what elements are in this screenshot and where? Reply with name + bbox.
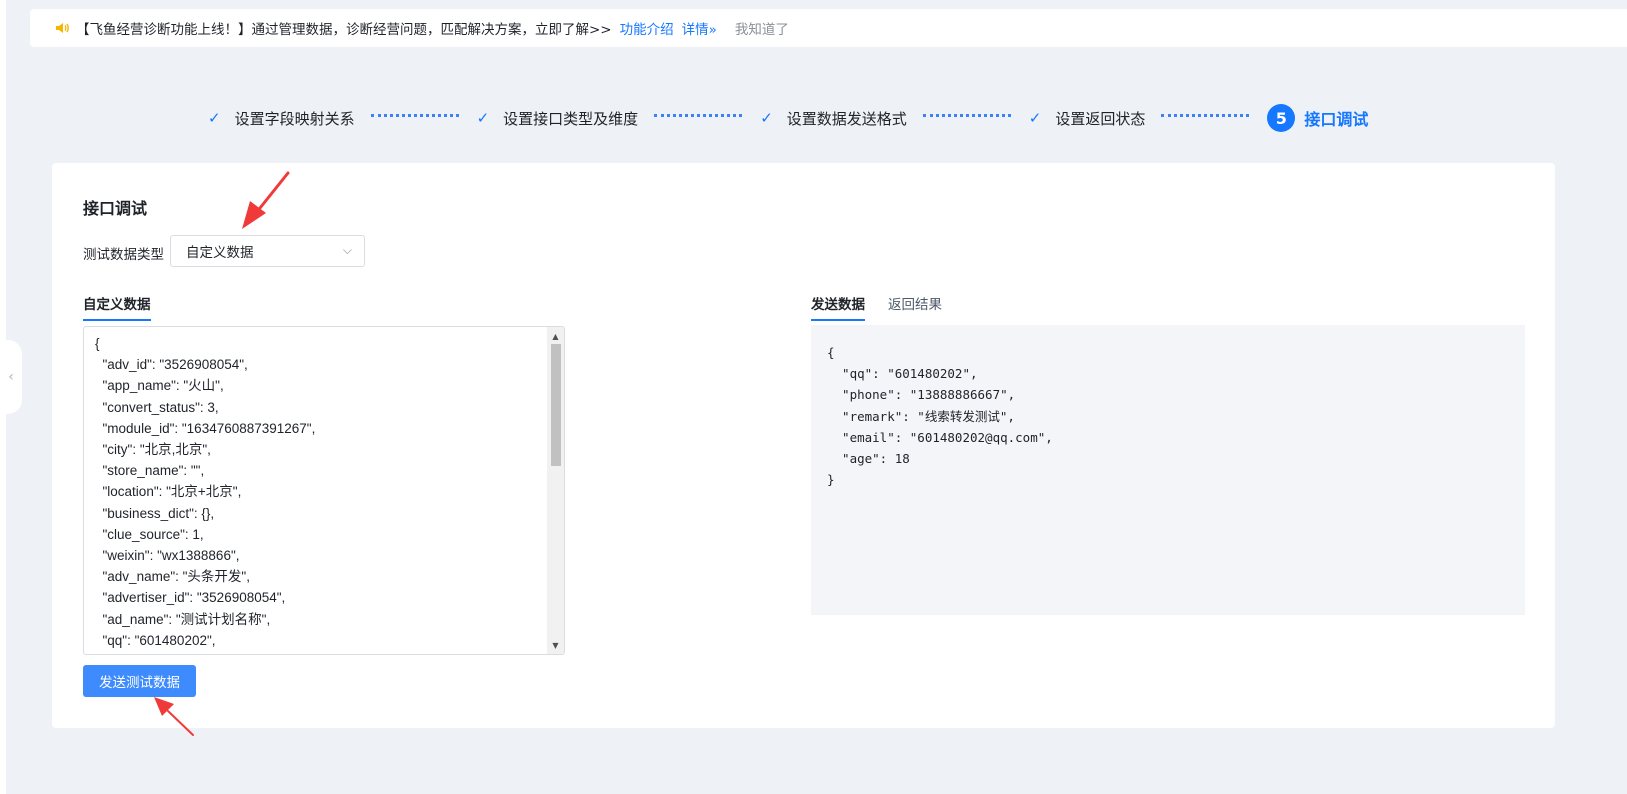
- test-type-select[interactable]: 自定义数据 ⌵: [170, 235, 365, 267]
- test-type-value: 自定义数据: [186, 245, 254, 261]
- chevron-left-icon: ‹: [8, 369, 14, 385]
- detail-link[interactable]: 详情»: [682, 18, 717, 38]
- check-icon: ✓: [208, 109, 221, 127]
- check-icon: ✓: [760, 109, 773, 127]
- send-test-data-button[interactable]: 发送测试数据: [83, 665, 196, 697]
- send-data-preview: { "qq": "601480202", "phone": "138888866…: [811, 325, 1525, 615]
- page: ‹ 【飞鱼经营诊断功能上线！】通过管理数据，诊断经营问题，匹配解决方案，立即了解…: [0, 0, 1627, 794]
- tab-custom-data[interactable]: 自定义数据: [83, 293, 151, 321]
- result-tabs: 发送数据 返回结果: [811, 293, 965, 321]
- step-connector: [922, 113, 1011, 117]
- page-title: 接口调试: [83, 199, 148, 218]
- step-connector: [654, 113, 743, 117]
- scroll-down-icon[interactable]: ▼: [547, 638, 564, 652]
- check-icon: ✓: [476, 109, 490, 127]
- debug-card: 接口调试 测试数据类型 自定义数据 ⌵ 自定义数据 { "adv_id": "3…: [52, 163, 1555, 728]
- step-4[interactable]: ✓ 设置返回状态: [1029, 108, 1146, 129]
- send-data-content: { "qq": "601480202", "phone": "138888866…: [827, 345, 1053, 488]
- steps-progress: ✓ 设置字段映射关系 ✓ 设置接口类型及维度 ✓ 设置数据发送格式 ✓ 设置返回…: [208, 100, 1368, 136]
- check-icon: ✓: [1028, 109, 1042, 127]
- tab-send-data[interactable]: 发送数据: [811, 293, 865, 321]
- scroll-up-icon[interactable]: ▲: [547, 329, 564, 343]
- dismiss-link[interactable]: 我知道了: [735, 18, 789, 38]
- sidebar-collapse-toggle[interactable]: ‹: [0, 340, 22, 414]
- step-label: 接口调试: [1304, 110, 1369, 129]
- step-connector: [1161, 113, 1250, 117]
- chevron-down-icon: ⌵: [342, 243, 352, 257]
- step-connector: [370, 113, 459, 117]
- step-1[interactable]: ✓ 设置字段映射关系: [208, 108, 355, 129]
- editor-content[interactable]: { "adv_id": "3526908054", "app_name": "火…: [95, 333, 546, 651]
- test-type-label: 测试数据类型: [83, 247, 164, 263]
- notice-text: 【飞鱼经营诊断功能上线！】通过管理数据，诊断经营问题，匹配解决方案，立即了解>>: [76, 22, 612, 38]
- tab-return-result[interactable]: 返回结果: [888, 293, 942, 321]
- step-3[interactable]: ✓ 设置数据发送格式: [760, 108, 907, 129]
- scroll-thumb[interactable]: [551, 344, 561, 466]
- step-label: 设置数据发送格式: [786, 109, 907, 128]
- speaker-icon: [56, 23, 69, 33]
- step-number: 5: [1267, 104, 1296, 132]
- editor-scrollbar[interactable]: ▲ ▼: [547, 327, 564, 654]
- step-5[interactable]: 5 接口调试: [1267, 104, 1368, 132]
- step-2[interactable]: ✓ 设置接口类型及维度: [477, 108, 639, 129]
- custom-data-editor[interactable]: { "adv_id": "3526908054", "app_name": "火…: [83, 326, 565, 655]
- notice-banner: 【飞鱼经营诊断功能上线！】通过管理数据，诊断经营问题，匹配解决方案，立即了解>>…: [30, 9, 1627, 47]
- step-label: 设置接口类型及维度: [503, 109, 639, 128]
- step-label: 设置返回状态: [1055, 109, 1146, 128]
- step-label: 设置字段映射关系: [234, 109, 355, 128]
- feature-intro-link[interactable]: 功能介绍: [620, 18, 674, 38]
